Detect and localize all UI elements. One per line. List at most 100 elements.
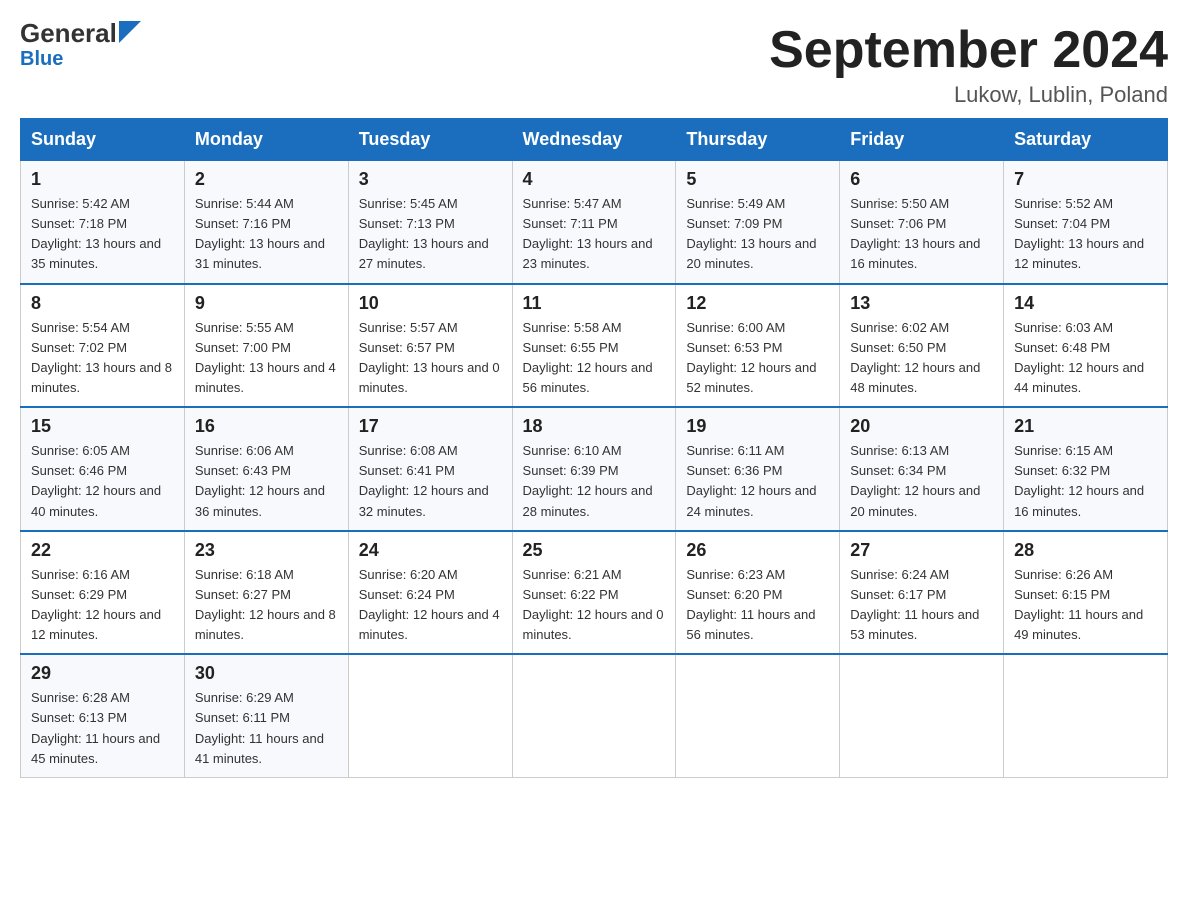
header-sunday: Sunday	[21, 119, 185, 161]
day-number: 22	[31, 540, 174, 561]
day-number: 9	[195, 293, 338, 314]
day-number: 23	[195, 540, 338, 561]
header-wednesday: Wednesday	[512, 119, 676, 161]
day-number: 24	[359, 540, 502, 561]
logo: General Blue	[20, 20, 141, 71]
day-number: 17	[359, 416, 502, 437]
calendar-cell: 17 Sunrise: 6:08 AMSunset: 6:41 PMDayligh…	[348, 407, 512, 531]
calendar-cell: 15 Sunrise: 6:05 AMSunset: 6:46 PMDayligh…	[21, 407, 185, 531]
day-info: Sunrise: 5:52 AMSunset: 7:04 PMDaylight:…	[1014, 194, 1157, 275]
calendar-cell: 5 Sunrise: 5:49 AMSunset: 7:09 PMDaylight…	[676, 161, 840, 284]
day-number: 3	[359, 169, 502, 190]
calendar-cell: 22Sunrise: 6:16 AMSunset: 6:29 PMDayligh…	[21, 531, 185, 655]
day-info: Sunrise: 6:03 AMSunset: 6:48 PMDaylight:…	[1014, 318, 1157, 399]
day-info: Sunrise: 6:21 AMSunset: 6:22 PMDaylight:…	[523, 565, 666, 646]
calendar-week-row: 15 Sunrise: 6:05 AMSunset: 6:46 PMDayligh…	[21, 407, 1168, 531]
day-info: Sunrise: 6:05 AMSunset: 6:46 PMDaylight:…	[31, 441, 174, 522]
day-number: 6	[850, 169, 993, 190]
calendar-cell: 28 Sunrise: 6:26 AMSunset: 6:15 PMDayligh…	[1004, 531, 1168, 655]
calendar-cell: 12Sunrise: 6:00 AMSunset: 6:53 PMDayligh…	[676, 284, 840, 408]
day-info: Sunrise: 5:57 AMSunset: 6:57 PMDaylight:…	[359, 318, 502, 399]
day-info: Sunrise: 5:47 AMSunset: 7:11 PMDaylight:…	[523, 194, 666, 275]
location: Lukow, Lublin, Poland	[769, 82, 1168, 108]
day-number: 5	[686, 169, 829, 190]
day-info: Sunrise: 6:18 AMSunset: 6:27 PMDaylight:…	[195, 565, 338, 646]
day-info: Sunrise: 5:45 AMSunset: 7:13 PMDaylight:…	[359, 194, 502, 275]
day-info: Sunrise: 5:58 AMSunset: 6:55 PMDaylight:…	[523, 318, 666, 399]
calendar-cell	[348, 654, 512, 777]
calendar-cell: 30 Sunrise: 6:29 AMSunset: 6:11 PMDayligh…	[184, 654, 348, 777]
day-number: 27	[850, 540, 993, 561]
calendar-cell: 11 Sunrise: 5:58 AMSunset: 6:55 PMDayligh…	[512, 284, 676, 408]
day-number: 13	[850, 293, 993, 314]
day-number: 15	[31, 416, 174, 437]
day-info: Sunrise: 6:20 AMSunset: 6:24 PMDaylight:…	[359, 565, 502, 646]
day-info: Sunrise: 6:13 AMSunset: 6:34 PMDaylight:…	[850, 441, 993, 522]
day-number: 29	[31, 663, 174, 684]
header-monday: Monday	[184, 119, 348, 161]
calendar-cell	[840, 654, 1004, 777]
day-number: 21	[1014, 416, 1157, 437]
day-info: Sunrise: 5:49 AMSunset: 7:09 PMDaylight:…	[686, 194, 829, 275]
calendar-cell: 20Sunrise: 6:13 AMSunset: 6:34 PMDayligh…	[840, 407, 1004, 531]
day-info: Sunrise: 6:06 AMSunset: 6:43 PMDaylight:…	[195, 441, 338, 522]
title-block: September 2024 Lukow, Lublin, Poland	[769, 20, 1168, 108]
calendar-cell: 23 Sunrise: 6:18 AMSunset: 6:27 PMDayligh…	[184, 531, 348, 655]
page-header: General Blue September 2024 Lukow, Lubli…	[20, 20, 1168, 108]
day-info: Sunrise: 6:00 AMSunset: 6:53 PMDaylight:…	[686, 318, 829, 399]
calendar-cell	[512, 654, 676, 777]
day-info: Sunrise: 6:10 AMSunset: 6:39 PMDaylight:…	[523, 441, 666, 522]
day-info: Sunrise: 6:11 AMSunset: 6:36 PMDaylight:…	[686, 441, 829, 522]
logo-general: General	[20, 20, 117, 46]
calendar-cell: 27 Sunrise: 6:24 AMSunset: 6:17 PMDayligh…	[840, 531, 1004, 655]
day-info: Sunrise: 5:44 AMSunset: 7:16 PMDaylight:…	[195, 194, 338, 275]
calendar-cell: 14 Sunrise: 6:03 AMSunset: 6:48 PMDayligh…	[1004, 284, 1168, 408]
calendar-cell: 3 Sunrise: 5:45 AMSunset: 7:13 PMDaylight…	[348, 161, 512, 284]
calendar-cell: 6Sunrise: 5:50 AMSunset: 7:06 PMDaylight…	[840, 161, 1004, 284]
calendar-cell: 4Sunrise: 5:47 AMSunset: 7:11 PMDaylight…	[512, 161, 676, 284]
day-number: 28	[1014, 540, 1157, 561]
day-number: 14	[1014, 293, 1157, 314]
logo-blue: Blue	[20, 48, 63, 71]
calendar-cell: 1Sunrise: 5:42 AMSunset: 7:18 PMDaylight…	[21, 161, 185, 284]
day-number: 11	[523, 293, 666, 314]
calendar-cell: 19 Sunrise: 6:11 AMSunset: 6:36 PMDayligh…	[676, 407, 840, 531]
day-number: 8	[31, 293, 174, 314]
calendar-cell: 2Sunrise: 5:44 AMSunset: 7:16 PMDaylight…	[184, 161, 348, 284]
day-info: Sunrise: 6:24 AMSunset: 6:17 PMDaylight:…	[850, 565, 993, 646]
day-number: 19	[686, 416, 829, 437]
day-info: Sunrise: 5:55 AMSunset: 7:00 PMDaylight:…	[195, 318, 338, 399]
day-info: Sunrise: 6:08 AMSunset: 6:41 PMDaylight:…	[359, 441, 502, 522]
day-info: Sunrise: 6:28 AMSunset: 6:13 PMDaylight:…	[31, 688, 174, 769]
day-info: Sunrise: 6:29 AMSunset: 6:11 PMDaylight:…	[195, 688, 338, 769]
day-info: Sunrise: 5:54 AMSunset: 7:02 PMDaylight:…	[31, 318, 174, 399]
calendar-cell: 26 Sunrise: 6:23 AMSunset: 6:20 PMDayligh…	[676, 531, 840, 655]
day-number: 1	[31, 169, 174, 190]
day-number: 10	[359, 293, 502, 314]
calendar-week-row: 22Sunrise: 6:16 AMSunset: 6:29 PMDayligh…	[21, 531, 1168, 655]
day-info: Sunrise: 6:26 AMSunset: 6:15 PMDaylight:…	[1014, 565, 1157, 646]
day-info: Sunrise: 6:23 AMSunset: 6:20 PMDaylight:…	[686, 565, 829, 646]
header-friday: Friday	[840, 119, 1004, 161]
calendar-week-row: 1Sunrise: 5:42 AMSunset: 7:18 PMDaylight…	[21, 161, 1168, 284]
calendar-cell: 7 Sunrise: 5:52 AMSunset: 7:04 PMDaylight…	[1004, 161, 1168, 284]
day-number: 30	[195, 663, 338, 684]
day-number: 25	[523, 540, 666, 561]
calendar-cell	[1004, 654, 1168, 777]
day-number: 7	[1014, 169, 1157, 190]
calendar-cell: 10 Sunrise: 5:57 AMSunset: 6:57 PMDayligh…	[348, 284, 512, 408]
header-tuesday: Tuesday	[348, 119, 512, 161]
calendar-cell: 16 Sunrise: 6:06 AMSunset: 6:43 PMDayligh…	[184, 407, 348, 531]
calendar-table: Sunday Monday Tuesday Wednesday Thursday…	[20, 118, 1168, 778]
calendar-cell: 18Sunrise: 6:10 AMSunset: 6:39 PMDayligh…	[512, 407, 676, 531]
calendar-week-row: 29 Sunrise: 6:28 AMSunset: 6:13 PMDayligh…	[21, 654, 1168, 777]
calendar-cell: 24 Sunrise: 6:20 AMSunset: 6:24 PMDayligh…	[348, 531, 512, 655]
calendar-cell: 9 Sunrise: 5:55 AMSunset: 7:00 PMDaylight…	[184, 284, 348, 408]
day-number: 26	[686, 540, 829, 561]
header-saturday: Saturday	[1004, 119, 1168, 161]
calendar-cell: 21Sunrise: 6:15 AMSunset: 6:32 PMDayligh…	[1004, 407, 1168, 531]
day-number: 16	[195, 416, 338, 437]
calendar-week-row: 8 Sunrise: 5:54 AMSunset: 7:02 PMDaylight…	[21, 284, 1168, 408]
header-thursday: Thursday	[676, 119, 840, 161]
month-title: September 2024	[769, 20, 1168, 80]
